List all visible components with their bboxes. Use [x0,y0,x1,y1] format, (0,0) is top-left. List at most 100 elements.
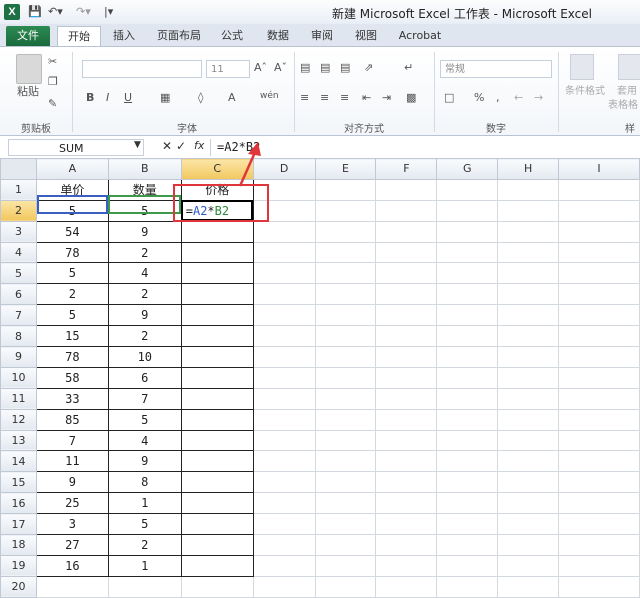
cell[interactable] [375,513,438,536]
column-header-a[interactable]: A [35,158,109,180]
cell[interactable] [497,554,560,577]
cell-b[interactable]: 9 [107,220,182,243]
cell-c[interactable] [180,387,254,410]
cell[interactable] [436,199,499,222]
align-middle-icon[interactable]: ▤ [320,60,330,76]
wrap-text-icon[interactable]: ↵ [404,60,413,76]
cell-b[interactable]: 1 [107,554,182,577]
cell[interactable] [314,471,377,494]
cell[interactable] [375,346,438,368]
cell-a[interactable]: 5 [35,304,109,327]
row-header[interactable]: 4 [0,241,37,264]
cell[interactable] [252,575,316,598]
cell-b[interactable]: 8 [107,471,182,494]
cell[interactable] [436,346,499,368]
cell[interactable] [497,575,560,598]
cell[interactable] [314,534,377,556]
cell[interactable] [375,471,438,494]
cell-b[interactable]: 4 [107,262,182,285]
tab-review[interactable]: 审阅 [304,26,340,46]
cell[interactable] [558,429,640,452]
paste-button-label[interactable]: 粘贴 [10,84,46,100]
copy-icon[interactable]: ❐ [48,74,58,90]
cell[interactable] [375,283,438,306]
cell[interactable] [497,429,560,452]
cell[interactable] [314,513,377,536]
cell-a[interactable]: 33 [35,387,109,410]
cell-b[interactable]: 6 [107,366,182,389]
cell[interactable] [314,346,377,368]
merge-center-icon[interactable]: ▩ [406,90,416,106]
cell[interactable] [252,534,316,556]
formula-input[interactable]: =A2*B2 [210,139,638,156]
cell-c[interactable] [180,283,254,306]
row-header[interactable]: 18 [0,534,37,556]
row-header[interactable]: 15 [0,471,37,494]
insert-function-button[interactable]: fx [194,139,204,152]
cell[interactable] [252,241,316,264]
cell[interactable] [497,262,560,285]
cell[interactable] [497,346,560,368]
cell-a[interactable]: 11 [35,450,109,473]
row-header[interactable]: 14 [0,450,37,473]
font-size-combo[interactable]: 11 [206,60,250,78]
cell-a[interactable]: 16 [35,554,109,577]
decrease-decimal-icon[interactable]: → [534,90,543,106]
cell[interactable] [314,429,377,452]
cell[interactable] [375,534,438,556]
cell[interactable] [558,262,640,285]
cell[interactable] [314,366,377,389]
name-box-dropdown-icon[interactable]: ▼ [134,140,141,150]
cell-c[interactable] [180,304,254,327]
cell[interactable] [497,450,560,473]
cell-b[interactable]: 7 [107,387,182,410]
cell[interactable] [314,325,377,348]
cell[interactable] [558,220,640,243]
cell[interactable] [252,554,316,577]
cell[interactable] [436,575,499,598]
font-color-button[interactable]: A [228,90,236,106]
cell[interactable] [558,534,640,556]
cell-b[interactable]: 10 [107,346,182,368]
row-header[interactable]: 5 [0,262,37,285]
cell-b[interactable]: 2 [107,325,182,348]
align-left-icon[interactable]: ≡ [300,90,309,106]
cell[interactable] [314,199,377,222]
cell-b[interactable]: 2 [107,241,182,264]
cell-a[interactable]: 27 [35,534,109,556]
paste-icon[interactable] [16,54,42,84]
cell[interactable] [558,304,640,327]
cell[interactable] [558,450,640,473]
cell[interactable] [436,262,499,285]
cell[interactable] [375,387,438,410]
cell-a[interactable]: 5 [35,262,109,285]
italic-button[interactable]: I [106,90,109,106]
cell[interactable] [375,220,438,243]
cell-b[interactable]: 5 [107,513,182,536]
cell[interactable] [558,283,640,306]
increase-indent-icon[interactable]: ⇥ [382,90,391,106]
row-header[interactable]: 11 [0,387,37,410]
cell[interactable] [252,220,316,243]
cell[interactable] [375,492,438,515]
cell-c[interactable] [180,492,254,515]
cell[interactable] [314,492,377,515]
cell[interactable] [497,387,560,410]
cell[interactable] [436,325,499,348]
cell-a[interactable]: 3 [35,513,109,536]
cell[interactable] [252,283,316,306]
cell-a[interactable]: 58 [35,366,109,389]
row-header[interactable]: 9 [0,346,37,368]
cell-c[interactable] [180,325,254,348]
row-header[interactable]: 3 [0,220,37,243]
cell[interactable] [314,178,377,201]
cell[interactable] [314,283,377,306]
column-header-h[interactable]: H [497,158,560,180]
column-header-b[interactable]: B [107,158,182,180]
percent-button[interactable]: % [474,90,484,106]
cell[interactable] [497,199,560,222]
cell[interactable] [497,304,560,327]
underline-button[interactable]: U [124,90,132,106]
tab-formulas[interactable]: 公式 [214,26,250,46]
cell[interactable] [497,513,560,536]
